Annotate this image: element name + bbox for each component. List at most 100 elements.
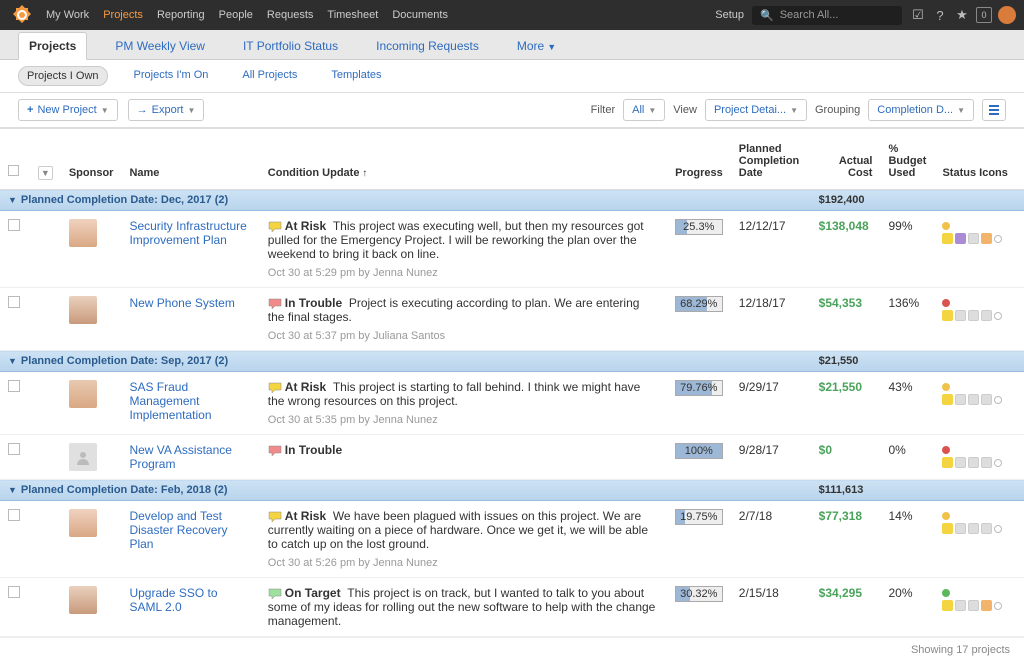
col-budget-used[interactable]: % Budget Used: [880, 129, 934, 190]
col-status-icons[interactable]: Status Icons: [934, 129, 1024, 190]
topnav-projects[interactable]: Projects: [103, 9, 143, 21]
collapse-icon[interactable]: ▼: [8, 356, 17, 366]
subtab-projects-i-own[interactable]: Projects I Own: [18, 66, 108, 86]
status-yellow-icon: [942, 233, 953, 244]
settings-icon[interactable]: [982, 99, 1006, 121]
global-search[interactable]: 🔍 Search All...: [752, 6, 902, 25]
condition-status: In Trouble: [285, 296, 342, 310]
planned-date: 12/18/17: [731, 288, 811, 351]
help-icon[interactable]: ?: [932, 7, 948, 23]
group-row[interactable]: ▼Planned Completion Date: Dec, 2017 (2)$…: [0, 190, 1024, 211]
tab-more[interactable]: More▼: [507, 33, 566, 59]
col-condition[interactable]: Condition Update: [260, 129, 667, 190]
row-checkbox[interactable]: [8, 219, 20, 231]
table-row: New Phone SystemIn Trouble Project is ex…: [0, 288, 1024, 351]
tab-projects[interactable]: Projects: [18, 32, 87, 60]
row-checkbox[interactable]: [8, 586, 20, 598]
sponsor-avatar[interactable]: [69, 380, 97, 408]
tab-incoming-requests[interactable]: Incoming Requests: [366, 33, 489, 59]
group-row[interactable]: ▼Planned Completion Date: Sep, 2017 (2)$…: [0, 351, 1024, 372]
export-label: Export: [152, 104, 184, 116]
filter-select[interactable]: All▼: [623, 99, 665, 121]
sponsor-avatar[interactable]: [69, 219, 97, 247]
planned-date: 12/12/17: [731, 211, 811, 288]
status-gray-icon: [968, 310, 979, 321]
condition-meta: Oct 30 at 5:37 pm by Juliana Santos: [268, 330, 659, 342]
actual-cost: $0: [811, 435, 881, 480]
collapse-icon[interactable]: ▼: [8, 195, 17, 205]
progress-bar[interactable]: 79.76%: [675, 380, 723, 396]
project-name-link[interactable]: Develop and Test Disaster Recovery Plan: [129, 509, 227, 551]
progress-bar[interactable]: 100%: [675, 443, 723, 459]
status-gray-icon: [968, 600, 979, 611]
topnav-my-work[interactable]: My Work: [46, 9, 89, 21]
row-checkbox[interactable]: [8, 509, 20, 521]
row-checkbox[interactable]: [8, 380, 20, 392]
status-gray-icon: [968, 394, 979, 405]
status-circle-icon: [994, 602, 1002, 610]
export-icon: →: [137, 104, 148, 116]
tab-pm-weekly-view[interactable]: PM Weekly View: [105, 33, 215, 59]
progress-bar[interactable]: 19.75%: [675, 509, 723, 525]
topnav-requests[interactable]: Requests: [267, 9, 313, 21]
notifications-icon[interactable]: 0: [976, 7, 992, 23]
checkbox-icon[interactable]: ☑: [910, 7, 926, 23]
row-checkbox[interactable]: [8, 296, 20, 308]
progress-bar[interactable]: 25.3%: [675, 219, 723, 235]
app-logo[interactable]: [8, 1, 36, 29]
project-name-link[interactable]: Upgrade SSO to SAML 2.0: [129, 586, 217, 614]
progress-bar[interactable]: 30.32%: [675, 586, 723, 602]
topnav-documents[interactable]: Documents: [392, 9, 448, 21]
condition-cell: On Target This project is on track, but …: [268, 586, 659, 628]
status-circle-icon: [994, 525, 1002, 533]
progress-bar[interactable]: 68.29%: [675, 296, 723, 312]
status-yellow-icon: [942, 600, 953, 611]
project-name-link[interactable]: New Phone System: [129, 296, 234, 310]
project-name-link[interactable]: SAS Fraud Management Implementation: [129, 380, 211, 422]
row-checkbox[interactable]: [8, 443, 20, 455]
condition-bubble-icon: [268, 221, 282, 233]
sponsor-avatar[interactable]: [69, 296, 97, 324]
favorite-icon[interactable]: ★: [954, 7, 970, 23]
topnav-timesheet[interactable]: Timesheet: [327, 9, 378, 21]
topnav-reporting[interactable]: Reporting: [157, 9, 205, 21]
view-select[interactable]: Project Detai...▼: [705, 99, 807, 121]
subtab-projects-i-m-on[interactable]: Projects I'm On: [126, 66, 217, 86]
search-icon: 🔍: [760, 9, 774, 22]
group-row[interactable]: ▼Planned Completion Date: Feb, 2018 (2)$…: [0, 480, 1024, 501]
export-button[interactable]: → Export ▼: [128, 99, 205, 121]
col-progress[interactable]: Progress: [667, 129, 731, 190]
sponsor-avatar[interactable]: [69, 443, 97, 471]
project-name-link[interactable]: New VA Assistance Program: [129, 443, 232, 471]
collapse-icon[interactable]: ▼: [8, 485, 17, 495]
header-menu-icon[interactable]: ▼: [38, 166, 53, 180]
planned-date: 2/7/18: [731, 501, 811, 578]
budget-used: 0%: [880, 435, 934, 480]
tab-it-portfolio-status[interactable]: IT Portfolio Status: [233, 33, 348, 59]
grouping-select[interactable]: Completion D...▼: [868, 99, 974, 121]
col-name[interactable]: Name: [121, 129, 259, 190]
status-orange-icon: [981, 233, 992, 244]
group-cost: $21,550: [811, 351, 881, 372]
condition-cell: At Risk This project is starting to fall…: [268, 380, 659, 426]
sponsor-avatar[interactable]: [69, 586, 97, 614]
condition-status: At Risk: [285, 380, 326, 394]
user-avatar[interactable]: [998, 6, 1016, 24]
budget-used: 99%: [880, 211, 934, 288]
select-all-checkbox[interactable]: [8, 165, 19, 176]
condition-meta: Oct 30 at 5:35 pm by Jenna Nunez: [268, 414, 659, 426]
topnav-people[interactable]: People: [219, 9, 253, 21]
status-icons: [942, 600, 1016, 611]
setup-link[interactable]: Setup: [715, 9, 744, 21]
new-project-button[interactable]: + New Project ▼: [18, 99, 118, 121]
col-sponsor[interactable]: Sponsor: [61, 129, 122, 190]
filter-label: Filter: [591, 104, 615, 116]
actual-cost: $21,550: [811, 372, 881, 435]
budget-used: 43%: [880, 372, 934, 435]
sponsor-avatar[interactable]: [69, 509, 97, 537]
project-name-link[interactable]: Security Infrastructure Improvement Plan: [129, 219, 246, 247]
col-planned-date[interactable]: Planned Completion Date: [731, 129, 811, 190]
subtab-all-projects[interactable]: All Projects: [234, 66, 305, 86]
col-actual-cost[interactable]: Actual Cost: [811, 129, 881, 190]
subtab-templates[interactable]: Templates: [323, 66, 389, 86]
